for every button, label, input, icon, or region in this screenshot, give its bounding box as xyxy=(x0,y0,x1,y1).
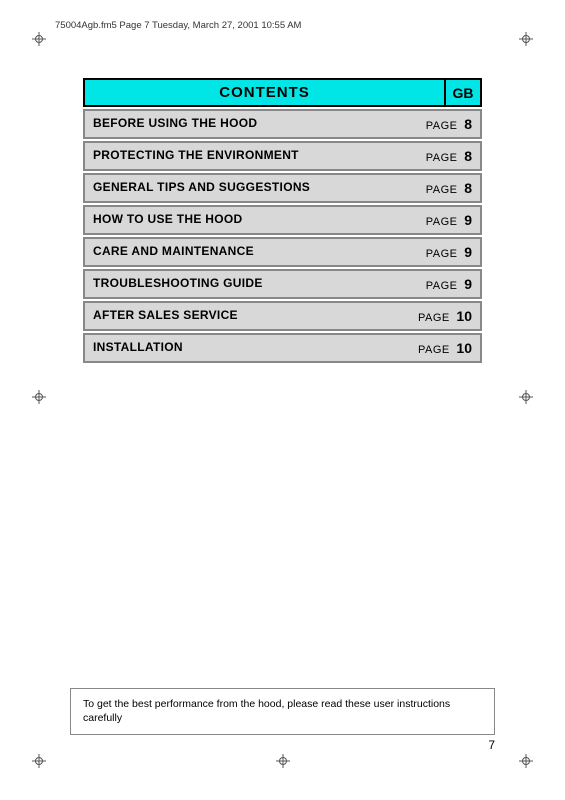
toc-page-num-5: 9 xyxy=(464,276,472,292)
crosshair-mid-right xyxy=(519,390,533,404)
toc-page-num-7: 10 xyxy=(456,340,472,356)
content-area: CONTENTS GB BEFORE USING THE HOOD PAGE 8… xyxy=(83,78,482,365)
toc-page-word-5: PAGE xyxy=(426,280,458,292)
toc-label-general-tips: GENERAL TIPS AND SUGGESTIONS xyxy=(85,175,400,201)
crosshair-top-right xyxy=(519,32,533,46)
crosshair-mid-left xyxy=(32,390,46,404)
toc-row-after-sales[interactable]: AFTER SALES SERVICE PAGE 10 xyxy=(83,301,482,331)
toc-page-after-sales: PAGE 10 xyxy=(400,303,480,329)
toc-page-word-7: PAGE xyxy=(418,344,450,356)
toc-row-before-using[interactable]: BEFORE USING THE HOOD PAGE 8 xyxy=(83,109,482,139)
contents-title: CONTENTS xyxy=(83,78,446,107)
crosshair-bot-left xyxy=(32,754,46,768)
toc-page-word-2: PAGE xyxy=(426,184,458,196)
toc-page-word-1: PAGE xyxy=(426,152,458,164)
toc-page-word-3: PAGE xyxy=(426,216,458,228)
toc-row-care[interactable]: CARE AND MAINTENANCE PAGE 9 xyxy=(83,237,482,267)
toc-page-how-to-use: PAGE 9 xyxy=(400,207,480,233)
toc-label-how-to-use: HOW TO USE THE HOOD xyxy=(85,207,400,233)
toc-page-num-6: 10 xyxy=(456,308,472,324)
toc-page-care: PAGE 9 xyxy=(400,239,480,265)
crosshair-top-left xyxy=(32,32,46,46)
toc-page-num-1: 8 xyxy=(464,148,472,164)
toc-label-troubleshooting: TROUBLESHOOTING GUIDE xyxy=(85,271,400,297)
toc-page-before-using: PAGE 8 xyxy=(400,111,480,137)
toc-row-general-tips[interactable]: GENERAL TIPS AND SUGGESTIONS PAGE 8 xyxy=(83,173,482,203)
toc-row-troubleshooting[interactable]: TROUBLESHOOTING GUIDE PAGE 9 xyxy=(83,269,482,299)
toc-page-num-4: 9 xyxy=(464,244,472,260)
toc-page-num-3: 9 xyxy=(464,212,472,228)
toc-page-protecting: PAGE 8 xyxy=(400,143,480,169)
bottom-note: To get the best performance from the hoo… xyxy=(70,688,495,735)
toc-page-installation: PAGE 10 xyxy=(400,335,480,361)
page-number: 7 xyxy=(488,738,495,752)
file-info: 75004Agb.fm5 Page 7 Tuesday, March 27, 2… xyxy=(55,20,301,31)
contents-header-row: CONTENTS GB xyxy=(83,78,482,107)
toc-label-after-sales: AFTER SALES SERVICE xyxy=(85,303,400,329)
crosshair-bot-mid xyxy=(276,754,290,768)
toc-row-installation[interactable]: INSTALLATION PAGE 10 xyxy=(83,333,482,363)
page-container: 75004Agb.fm5 Page 7 Tuesday, March 27, 2… xyxy=(0,0,565,800)
toc-page-word-6: PAGE xyxy=(418,312,450,324)
toc-label-care: CARE AND MAINTENANCE xyxy=(85,239,400,265)
toc-label-before-using: BEFORE USING THE HOOD xyxy=(85,111,400,137)
toc-page-word-4: PAGE xyxy=(426,248,458,260)
crosshair-bot-right xyxy=(519,754,533,768)
toc-row-protecting[interactable]: PROTECTING THE ENVIRONMENT PAGE 8 xyxy=(83,141,482,171)
toc-label-protecting: PROTECTING THE ENVIRONMENT xyxy=(85,143,400,169)
toc-page-general-tips: PAGE 8 xyxy=(400,175,480,201)
toc-page-num-2: 8 xyxy=(464,180,472,196)
contents-gb: GB xyxy=(446,78,482,107)
toc-page-troubleshooting: PAGE 9 xyxy=(400,271,480,297)
toc-page-word-0: PAGE xyxy=(426,120,458,132)
toc-page-num-0: 8 xyxy=(464,116,472,132)
toc-row-how-to-use[interactable]: HOW TO USE THE HOOD PAGE 9 xyxy=(83,205,482,235)
toc-label-installation: INSTALLATION xyxy=(85,335,400,361)
